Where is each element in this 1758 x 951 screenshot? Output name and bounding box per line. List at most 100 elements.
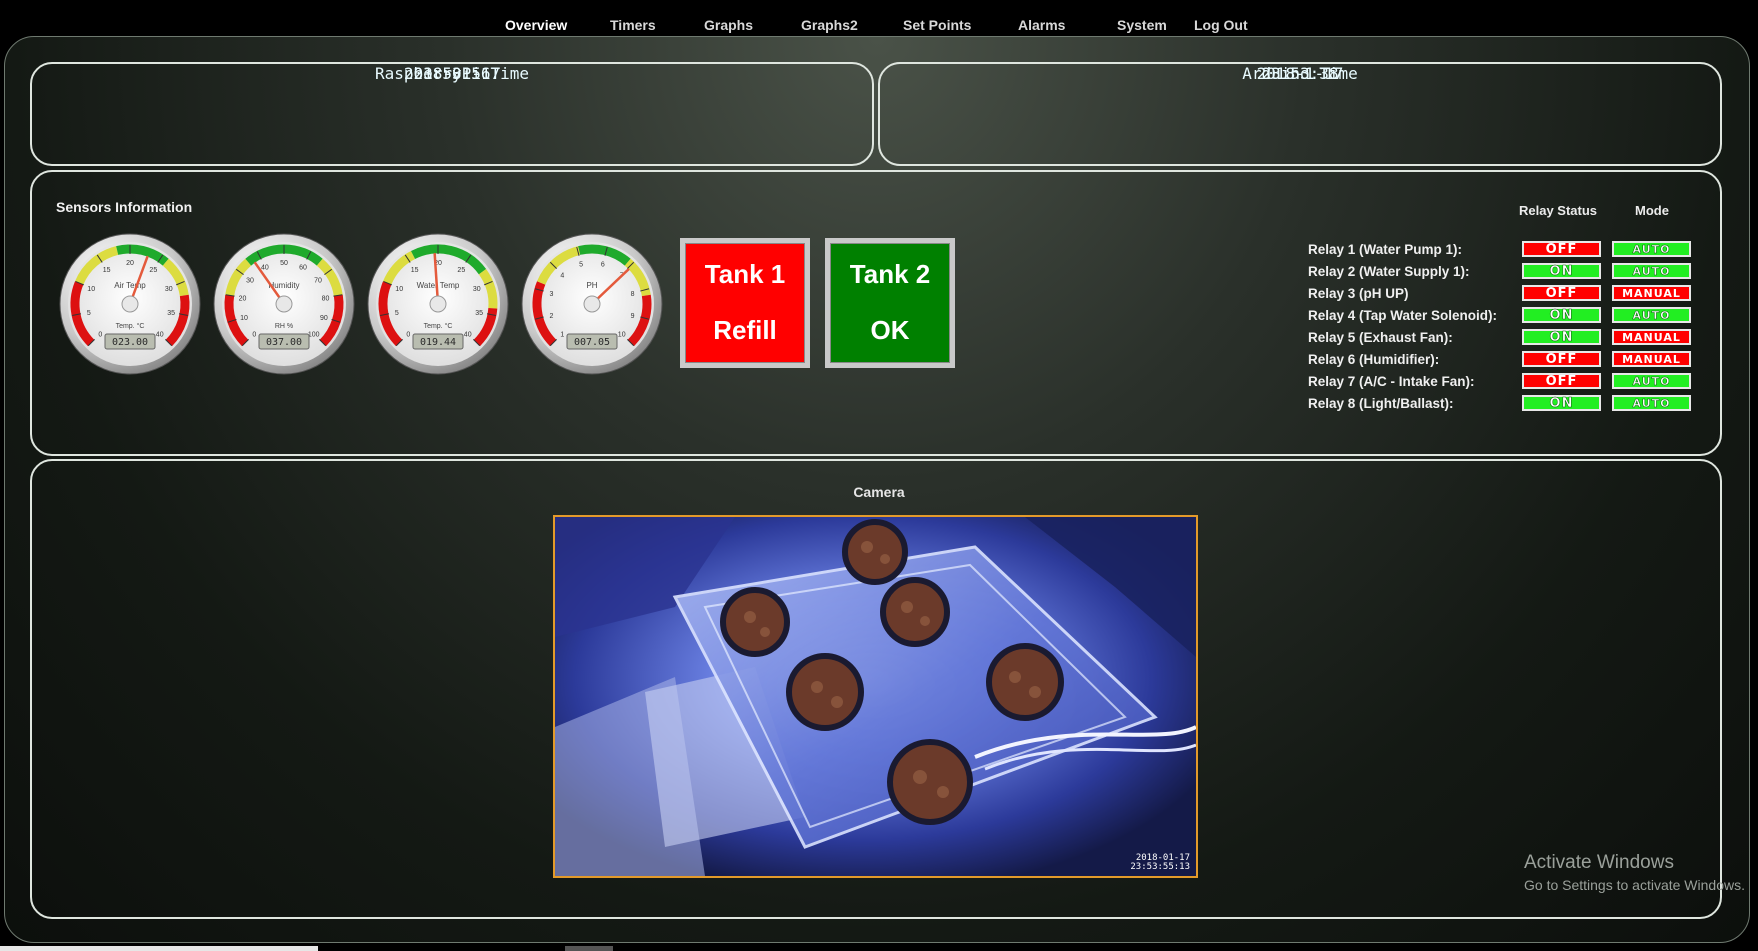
horizontal-scrollbar[interactable] [0, 946, 318, 951]
relay-mode-badge[interactable]: AUTO [1612, 373, 1691, 389]
tank-1-status: Refill [713, 315, 777, 345]
relay-label: Relay 8 (Light/Ballast): [1308, 396, 1454, 411]
relay-mode-badge[interactable]: MANUAL [1612, 351, 1691, 367]
relay-mode-badge[interactable]: MANUAL [1612, 329, 1691, 345]
tank-2-indicator[interactable]: Tank 2 OK [825, 238, 955, 368]
ph-gauge: 12345678910PH007.05 [520, 232, 664, 376]
gauge-face: 0510152025303540Water TempTemp. °C019.44 [367, 233, 509, 375]
gauge-title: Water Temp [417, 281, 460, 290]
gauge-tick-label: 3 [549, 291, 553, 298]
relay-status-badge[interactable]: OFF [1522, 285, 1601, 301]
gauge-tick-label: 5 [87, 310, 91, 317]
gauge-tick-label: 0 [98, 332, 102, 339]
gauge-lcd-readout: 007.05 [574, 337, 610, 348]
gauge-title: Air Temp [114, 281, 146, 290]
gauge-tick-label: 25 [457, 267, 465, 274]
camera-image [555, 517, 1196, 876]
relay-status-badge[interactable]: ON [1522, 329, 1601, 345]
nav-graphs2[interactable]: Graphs2 [801, 17, 858, 33]
relay-status-badge[interactable]: ON [1522, 263, 1601, 279]
relay-status-badge[interactable]: OFF [1522, 351, 1601, 367]
gauge-lcd-readout: 019.44 [420, 337, 456, 348]
gauge-tick-label: 9 [631, 313, 635, 320]
camera-timestamp: 2018-01-17 23:53:55:13 [1130, 854, 1190, 872]
relay-label: Relay 5 (Exhaust Fan): [1308, 330, 1453, 345]
gauge-tick-label: 0 [252, 332, 256, 339]
humidity-gauge: 0 10 20 30 40 50 60 70 80 90 100 Humidity RH % 037.00 [212, 232, 356, 376]
gauge-tick-label: 10 [395, 286, 403, 293]
relay-mode-badge[interactable]: AUTO [1612, 263, 1691, 279]
camera-stamp-time: 23:53:55:13 [1130, 862, 1190, 872]
relay-status-badge[interactable]: ON [1522, 307, 1601, 323]
nav-timers[interactable]: Timers [610, 17, 656, 33]
gauge-tick-label: 35 [475, 310, 483, 317]
gauge-face: 12345678910PH007.05 [521, 233, 663, 375]
gauge-tick-label: 15 [103, 267, 111, 274]
relay-mode-badge[interactable]: MANUAL [1612, 285, 1691, 301]
scrollbar-thumb[interactable] [565, 946, 613, 951]
tank-1-indicator[interactable]: Tank 1 Refill [680, 238, 810, 368]
nav-overview[interactable]: Overview [505, 17, 567, 33]
gauge-tick-label: 90 [320, 315, 328, 322]
relay-mode-badge[interactable]: AUTO [1612, 395, 1691, 411]
raspberrypi-clock-panel: 2018-01-17 23:53:56 RaspberryPi Time [30, 62, 874, 166]
sensors-title: Sensors Information [56, 199, 193, 215]
gauge-tick-label: 35 [167, 310, 175, 317]
gauge-tick-label: 5 [395, 310, 399, 317]
relay-status-header: Relay Status [1519, 203, 1598, 218]
gauge-tick-label: 0 [406, 332, 410, 339]
gauge-tick-label: 4 [560, 272, 564, 279]
gauge-tick-label: 30 [246, 277, 254, 284]
relay-mode-badge[interactable]: AUTO [1612, 241, 1691, 257]
gauge-tick-label: 2 [549, 313, 553, 320]
tank-2-status: OK [870, 315, 910, 345]
gauge-tick-label: 20 [126, 260, 134, 267]
gauge-tick-label: 15 [411, 267, 419, 274]
gauge-tick-label: 100 [308, 332, 320, 339]
relay-status-badge[interactable]: OFF [1522, 241, 1601, 257]
gauge-tick-label: 40 [156, 332, 164, 339]
gauge-face: 0 5 10 15 20 25 30 35 40 Air Temp Temp. °C 023.00 [59, 233, 201, 375]
gauge-tick-label: 40 [261, 265, 269, 272]
gauge-tick-label: 10 [618, 332, 626, 339]
gauge-tick-label: 5 [579, 261, 583, 268]
nav-log-out[interactable]: Log Out [1194, 17, 1248, 33]
gauge-face: 0102030405060708090100HumidityRH %037.00 [213, 233, 355, 375]
relay-status-badge[interactable]: OFF [1522, 373, 1601, 389]
gauge-title: PH [586, 281, 597, 290]
air-temp-gauge: 0 5 10 15 20 25 30 35 40 Air Temp Temp. °C 023.00 [58, 232, 202, 376]
gauge-tick-label: 70 [314, 277, 322, 284]
gauge-tick-label: 10 [87, 286, 95, 293]
gauge-tick-label: 10 [240, 315, 248, 322]
relay-label: Relay 6 (Humidifier): [1308, 352, 1440, 367]
relay-status-badge[interactable]: ON [1522, 395, 1601, 411]
watermark-line1: Activate Windows [1524, 852, 1674, 873]
gauge-lcd-readout: 023.00 [112, 337, 148, 348]
watermark-line2: Go to Settings to activate Windows. [1524, 877, 1745, 893]
gauge-tick-label: 30 [473, 286, 481, 293]
gauge-tick-label: 20 [239, 295, 247, 302]
gauge-tick-label: 6 [601, 261, 605, 268]
relay-label: Relay 3 (pH UP) [1308, 286, 1409, 301]
arduino-time-label: Arduino Time [1242, 64, 1358, 83]
relay-mode-badge[interactable]: AUTO [1612, 307, 1691, 323]
gauge-tick-label: 40 [464, 332, 472, 339]
nav-alarms[interactable]: Alarms [1018, 17, 1065, 33]
camera-title: Camera [853, 484, 905, 500]
gauge-tick-label: 1 [560, 332, 564, 339]
tank-1-label: Tank 1 [704, 259, 786, 289]
gauge-unit: Temp. °C [424, 322, 453, 330]
nav-system[interactable]: System [1117, 17, 1167, 33]
gauge-lcd-readout: 037.00 [266, 337, 302, 348]
gauge-tick-label: 60 [299, 265, 307, 272]
arduino-clock-panel: 2018-1-17 23:53:38 Arduino Time [878, 62, 1722, 166]
camera-feed[interactable]: 2018-01-17 23:53:55:13 [553, 515, 1198, 878]
relay-label: Relay 2 (Water Supply 1): [1308, 264, 1470, 279]
nav-set-points[interactable]: Set Points [903, 17, 971, 33]
mode-header: Mode [1635, 203, 1669, 218]
tank-2-label: Tank 2 [849, 259, 931, 289]
nav-graphs[interactable]: Graphs [704, 17, 753, 33]
relay-label: Relay 1 (Water Pump 1): [1308, 242, 1463, 257]
gauge-tick-label: 30 [165, 286, 173, 293]
relay-label: Relay 4 (Tap Water Solenoid): [1308, 308, 1498, 323]
